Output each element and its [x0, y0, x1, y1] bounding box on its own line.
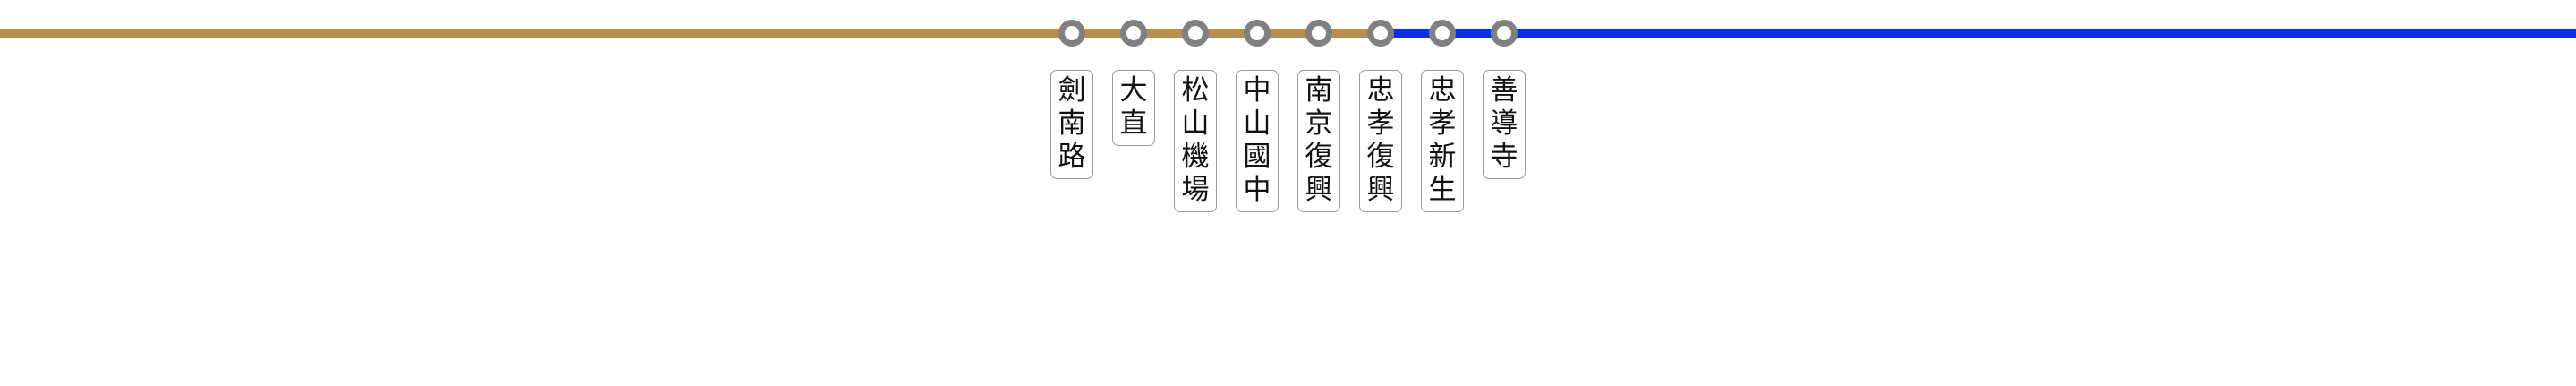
station-marker-center — [1497, 26, 1511, 40]
station-label-char: 生 — [1428, 174, 1457, 206]
station-label-char: 中 — [1243, 74, 1271, 107]
station-label-char: 直 — [1119, 107, 1148, 140]
station-label-char: 忠 — [1428, 74, 1457, 107]
station-label-char: 劍 — [1058, 74, 1086, 107]
station-marker-center — [1065, 26, 1079, 40]
station-label: 忠孝復興 — [1359, 70, 1402, 212]
station-label-char: 復 — [1366, 141, 1395, 173]
station-label-char: 山 — [1243, 107, 1271, 140]
station-label-char: 孝 — [1428, 107, 1457, 140]
station-label: 松山機場 — [1174, 70, 1217, 212]
station-label-char: 南 — [1305, 74, 1333, 107]
station-label-char: 復 — [1305, 141, 1333, 173]
station-label-char: 興 — [1305, 174, 1333, 206]
station-label-char: 中 — [1243, 174, 1271, 206]
station-label-char: 善 — [1490, 74, 1518, 107]
station-label-char: 山 — [1181, 107, 1210, 140]
station-marker-center — [1188, 26, 1203, 40]
station-label-char: 寺 — [1490, 141, 1518, 173]
station-label-char: 機 — [1181, 141, 1210, 173]
station-label-char: 興 — [1366, 174, 1395, 206]
station-label-char: 新 — [1428, 141, 1457, 173]
station-marker-center — [1250, 26, 1264, 40]
route-diagram — [0, 20, 2576, 47]
station-label: 劍南路 — [1050, 70, 1093, 179]
station-label-char: 導 — [1490, 107, 1518, 140]
station-label-char: 松 — [1181, 74, 1210, 107]
station-label: 善導寺 — [1483, 70, 1526, 179]
station-marker-center — [1126, 26, 1141, 40]
station-marker-center — [1312, 26, 1326, 40]
station-label-char: 忠 — [1366, 74, 1395, 107]
station-marker-center — [1373, 26, 1388, 40]
station-label-char: 大 — [1119, 74, 1148, 107]
station-marker-center — [1435, 26, 1450, 40]
station-label-char: 京 — [1305, 107, 1333, 140]
station-label-char: 國 — [1243, 141, 1271, 173]
station-label-char: 南 — [1058, 107, 1086, 140]
station-label-char: 孝 — [1366, 107, 1395, 140]
station-label: 南京復興 — [1297, 70, 1340, 212]
station-label-char: 路 — [1058, 141, 1086, 173]
station-label: 大直 — [1112, 70, 1155, 146]
station-label: 忠孝新生 — [1421, 70, 1464, 212]
station-label: 中山國中 — [1236, 70, 1279, 212]
station-label-char: 場 — [1181, 174, 1210, 206]
